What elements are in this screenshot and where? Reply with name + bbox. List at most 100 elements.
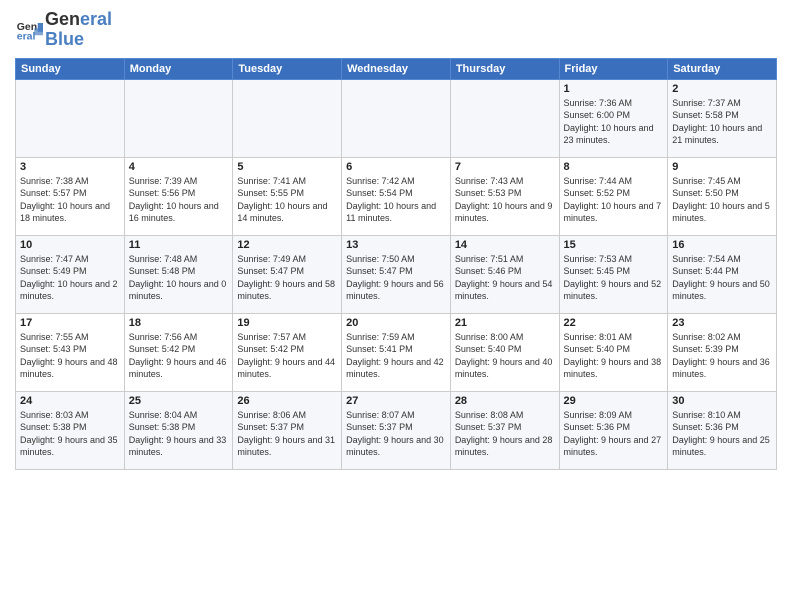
day-info: Sunrise: 7:37 AM Sunset: 5:58 PM Dayligh… bbox=[672, 97, 772, 147]
calendar-page: Gen eral General Blue SundayMondayTuesda… bbox=[0, 0, 792, 612]
day-info: Sunrise: 7:59 AM Sunset: 5:41 PM Dayligh… bbox=[346, 331, 446, 381]
day-number: 25 bbox=[129, 395, 229, 407]
calendar-table: SundayMondayTuesdayWednesdayThursdayFrid… bbox=[15, 58, 777, 470]
header-day: Tuesday bbox=[233, 58, 342, 79]
calendar-cell: 5Sunrise: 7:41 AM Sunset: 5:55 PM Daylig… bbox=[233, 157, 342, 235]
calendar-week: 10 Sunrise: 7:47 AM Sunset: 5:49 PM Dayli… bbox=[16, 235, 777, 313]
calendar-cell: 16 Sunrise: 7:54 AM Sunset: 5:44 PM Dayli… bbox=[668, 235, 777, 313]
day-number: 14 bbox=[455, 239, 555, 251]
calendar-week: 3 Sunrise: 7:38 AM Sunset: 5:57 PM Daylig… bbox=[16, 157, 777, 235]
calendar-cell: 26 Sunrise: 8:06 AM Sunset: 5:37 PM Dayli… bbox=[233, 391, 342, 469]
calendar-cell bbox=[342, 79, 451, 157]
header-day: Monday bbox=[124, 58, 233, 79]
day-number: 1 bbox=[564, 83, 664, 95]
day-info: Sunrise: 8:00 AM Sunset: 5:40 PM Dayligh… bbox=[455, 331, 555, 381]
day-number: 26 bbox=[237, 395, 337, 407]
day-number: 7 bbox=[455, 161, 555, 173]
calendar-cell: 20 Sunrise: 7:59 AM Sunset: 5:41 PM Dayli… bbox=[342, 313, 451, 391]
calendar-week: 24Sunrise: 8:03 AM Sunset: 5:38 PM Dayli… bbox=[16, 391, 777, 469]
day-info: Sunrise: 8:02 AM Sunset: 5:39 PM Dayligh… bbox=[672, 331, 772, 381]
svg-text:eral: eral bbox=[17, 30, 36, 42]
calendar-cell: 29 Sunrise: 8:09 AM Sunset: 5:36 PM Dayli… bbox=[559, 391, 668, 469]
calendar-cell: 23 Sunrise: 8:02 AM Sunset: 5:39 PM Dayli… bbox=[668, 313, 777, 391]
day-info: Sunrise: 7:49 AM Sunset: 5:47 PM Dayligh… bbox=[237, 253, 337, 303]
header-day: Sunday bbox=[16, 58, 125, 79]
day-info: Sunrise: 7:44 AM Sunset: 5:52 PM Dayligh… bbox=[564, 175, 664, 225]
calendar-cell: 18 Sunrise: 7:56 AM Sunset: 5:42 PM Dayli… bbox=[124, 313, 233, 391]
calendar-cell: 24Sunrise: 8:03 AM Sunset: 5:38 PM Dayli… bbox=[16, 391, 125, 469]
logo-text-line2: Blue bbox=[45, 30, 112, 50]
day-info: Sunrise: 8:01 AM Sunset: 5:40 PM Dayligh… bbox=[564, 331, 664, 381]
day-info: Sunrise: 7:48 AM Sunset: 5:48 PM Dayligh… bbox=[129, 253, 229, 303]
day-number: 29 bbox=[564, 395, 664, 407]
calendar-cell: 9 Sunrise: 7:45 AM Sunset: 5:50 PM Daylig… bbox=[668, 157, 777, 235]
header-day: Saturday bbox=[668, 58, 777, 79]
day-info: Sunrise: 8:09 AM Sunset: 5:36 PM Dayligh… bbox=[564, 409, 664, 459]
header-day: Friday bbox=[559, 58, 668, 79]
day-info: Sunrise: 7:45 AM Sunset: 5:50 PM Dayligh… bbox=[672, 175, 772, 225]
day-number: 17 bbox=[20, 317, 120, 329]
day-info: Sunrise: 7:53 AM Sunset: 5:45 PM Dayligh… bbox=[564, 253, 664, 303]
header-day: Thursday bbox=[450, 58, 559, 79]
day-number: 13 bbox=[346, 239, 446, 251]
calendar-week: 1Sunrise: 7:36 AM Sunset: 6:00 PM Daylig… bbox=[16, 79, 777, 157]
day-info: Sunrise: 8:04 AM Sunset: 5:38 PM Dayligh… bbox=[129, 409, 229, 459]
day-number: 9 bbox=[672, 161, 772, 173]
day-number: 10 bbox=[20, 239, 120, 251]
day-number: 8 bbox=[564, 161, 664, 173]
calendar-cell: 30 Sunrise: 8:10 AM Sunset: 5:36 PM Dayli… bbox=[668, 391, 777, 469]
logo-icon: Gen eral bbox=[15, 16, 43, 44]
day-number: 2 bbox=[672, 83, 772, 95]
calendar-cell: 14Sunrise: 7:51 AM Sunset: 5:46 PM Dayli… bbox=[450, 235, 559, 313]
day-info: Sunrise: 8:07 AM Sunset: 5:37 PM Dayligh… bbox=[346, 409, 446, 459]
day-info: Sunrise: 8:10 AM Sunset: 5:36 PM Dayligh… bbox=[672, 409, 772, 459]
day-number: 19 bbox=[237, 317, 337, 329]
day-number: 18 bbox=[129, 317, 229, 329]
day-number: 22 bbox=[564, 317, 664, 329]
day-info: Sunrise: 7:54 AM Sunset: 5:44 PM Dayligh… bbox=[672, 253, 772, 303]
day-number: 11 bbox=[129, 239, 229, 251]
calendar-cell: 10 Sunrise: 7:47 AM Sunset: 5:49 PM Dayli… bbox=[16, 235, 125, 313]
calendar-cell: 22 Sunrise: 8:01 AM Sunset: 5:40 PM Dayli… bbox=[559, 313, 668, 391]
day-info: Sunrise: 7:55 AM Sunset: 5:43 PM Dayligh… bbox=[20, 331, 120, 381]
calendar-cell: 7Sunrise: 7:43 AM Sunset: 5:53 PM Daylig… bbox=[450, 157, 559, 235]
day-info: Sunrise: 7:38 AM Sunset: 5:57 PM Dayligh… bbox=[20, 175, 120, 225]
day-info: Sunrise: 7:50 AM Sunset: 5:47 PM Dayligh… bbox=[346, 253, 446, 303]
day-info: Sunrise: 7:47 AM Sunset: 5:49 PM Dayligh… bbox=[20, 253, 120, 303]
calendar-cell: 3 Sunrise: 7:38 AM Sunset: 5:57 PM Daylig… bbox=[16, 157, 125, 235]
logo: Gen eral General Blue bbox=[15, 10, 112, 50]
day-number: 20 bbox=[346, 317, 446, 329]
calendar-week: 17 Sunrise: 7:55 AM Sunset: 5:43 PM Dayli… bbox=[16, 313, 777, 391]
header-row: SundayMondayTuesdayWednesdayThursdayFrid… bbox=[16, 58, 777, 79]
calendar-cell: 21 Sunrise: 8:00 AM Sunset: 5:40 PM Dayli… bbox=[450, 313, 559, 391]
header: Gen eral General Blue bbox=[15, 10, 777, 50]
day-number: 30 bbox=[672, 395, 772, 407]
calendar-cell: 15 Sunrise: 7:53 AM Sunset: 5:45 PM Dayli… bbox=[559, 235, 668, 313]
day-number: 16 bbox=[672, 239, 772, 251]
day-info: Sunrise: 7:56 AM Sunset: 5:42 PM Dayligh… bbox=[129, 331, 229, 381]
day-info: Sunrise: 7:57 AM Sunset: 5:42 PM Dayligh… bbox=[237, 331, 337, 381]
calendar-cell: 6Sunrise: 7:42 AM Sunset: 5:54 PM Daylig… bbox=[342, 157, 451, 235]
day-number: 4 bbox=[129, 161, 229, 173]
calendar-cell: 25 Sunrise: 8:04 AM Sunset: 5:38 PM Dayli… bbox=[124, 391, 233, 469]
calendar-cell: 17 Sunrise: 7:55 AM Sunset: 5:43 PM Dayli… bbox=[16, 313, 125, 391]
day-number: 12 bbox=[237, 239, 337, 251]
day-number: 3 bbox=[20, 161, 120, 173]
day-number: 23 bbox=[672, 317, 772, 329]
day-info: Sunrise: 7:39 AM Sunset: 5:56 PM Dayligh… bbox=[129, 175, 229, 225]
calendar-cell: 4 Sunrise: 7:39 AM Sunset: 5:56 PM Daylig… bbox=[124, 157, 233, 235]
calendar-cell bbox=[16, 79, 125, 157]
header-day: Wednesday bbox=[342, 58, 451, 79]
calendar-cell bbox=[450, 79, 559, 157]
day-number: 15 bbox=[564, 239, 664, 251]
day-info: Sunrise: 8:08 AM Sunset: 5:37 PM Dayligh… bbox=[455, 409, 555, 459]
calendar-cell: 19 Sunrise: 7:57 AM Sunset: 5:42 PM Dayli… bbox=[233, 313, 342, 391]
day-info: Sunrise: 7:41 AM Sunset: 5:55 PM Dayligh… bbox=[237, 175, 337, 225]
calendar-cell: 28Sunrise: 8:08 AM Sunset: 5:37 PM Dayli… bbox=[450, 391, 559, 469]
day-info: Sunrise: 8:06 AM Sunset: 5:37 PM Dayligh… bbox=[237, 409, 337, 459]
day-number: 6 bbox=[346, 161, 446, 173]
calendar-cell: 13 Sunrise: 7:50 AM Sunset: 5:47 PM Dayli… bbox=[342, 235, 451, 313]
day-number: 21 bbox=[455, 317, 555, 329]
logo-text-line1: General bbox=[45, 10, 112, 30]
calendar-cell: 27Sunrise: 8:07 AM Sunset: 5:37 PM Dayli… bbox=[342, 391, 451, 469]
